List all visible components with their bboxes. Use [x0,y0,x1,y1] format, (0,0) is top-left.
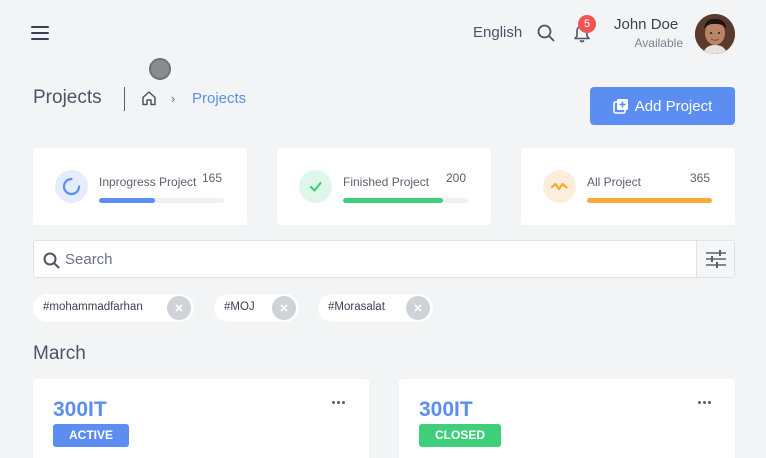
stat-progress-track [587,198,712,203]
more-options-icon[interactable] [331,397,349,407]
stat-value: 365 [690,171,711,185]
project-title[interactable]: 300IT [53,398,107,422]
menu-icon[interactable] [31,26,49,40]
search-input[interactable] [65,242,685,276]
stat-card-finished[interactable]: Finished Project 200 [277,148,491,225]
filter-chip-label: #mohammadfarhan [43,301,143,313]
stat-progress-fill [587,198,712,203]
breadcrumb-current[interactable]: Projects [192,90,246,107]
stat-card-all[interactable]: All Project 365 [521,148,735,225]
stat-value: 165 [202,171,223,185]
stat-label: Inprogress Project [99,175,197,189]
user-status: Available [634,36,683,50]
stat-icon-bg [543,170,576,203]
search-icon[interactable] [537,24,555,42]
stat-icon-bg [55,170,88,203]
add-icon [612,99,628,114]
filter-chip: #Morasalat [318,294,433,322]
breadcrumb-divider [124,87,125,111]
breadcrumb-chevron-icon: › [171,91,176,106]
stat-card-inprogress[interactable]: Inprogress Project 165 [33,148,247,225]
add-project-button[interactable]: Add Project [590,87,735,125]
more-options-icon[interactable] [697,397,715,407]
notification-badge: 5 [578,15,596,33]
project-title[interactable]: 300IT [419,398,473,422]
project-card[interactable]: 300IT CLOSED [399,379,735,458]
filter-button[interactable] [696,241,734,277]
home-icon[interactable] [141,90,157,106]
project-card[interactable]: 300IT ACTIVE [33,379,369,458]
page-title: Projects [33,87,102,108]
avatar[interactable] [695,14,735,54]
stat-label: Finished Project [343,175,430,189]
search-bar [33,240,735,278]
filter-chip-label: #Morasalat [328,301,385,313]
check-icon [309,181,322,192]
filter-chip: #MOJ [214,294,299,322]
month-heading: March [33,343,86,364]
stat-progress-fill [343,198,443,203]
user-name[interactable]: John Doe [614,16,678,33]
add-project-label: Add Project [634,97,713,115]
language-selector[interactable]: English [473,24,522,41]
remove-chip-icon[interactable] [272,296,296,320]
remove-chip-icon[interactable] [167,296,191,320]
status-badge: ACTIVE [53,424,130,447]
cursor-indicator [149,58,171,80]
spinner-icon [62,177,81,196]
search-icon [43,252,60,269]
sliders-icon [706,250,726,268]
stat-progress-track [343,198,468,203]
stat-progress-fill [99,198,156,203]
filter-chip-label: #MOJ [224,301,255,313]
stat-label: All Project [587,175,642,189]
stat-progress-track [99,198,224,203]
remove-chip-icon[interactable] [406,296,430,320]
filter-chip: #mohammadfarhan [33,294,194,322]
status-badge: CLOSED [419,424,502,447]
stat-value: 200 [446,171,467,185]
pulse-icon [550,182,568,191]
stat-icon-bg [299,170,332,203]
